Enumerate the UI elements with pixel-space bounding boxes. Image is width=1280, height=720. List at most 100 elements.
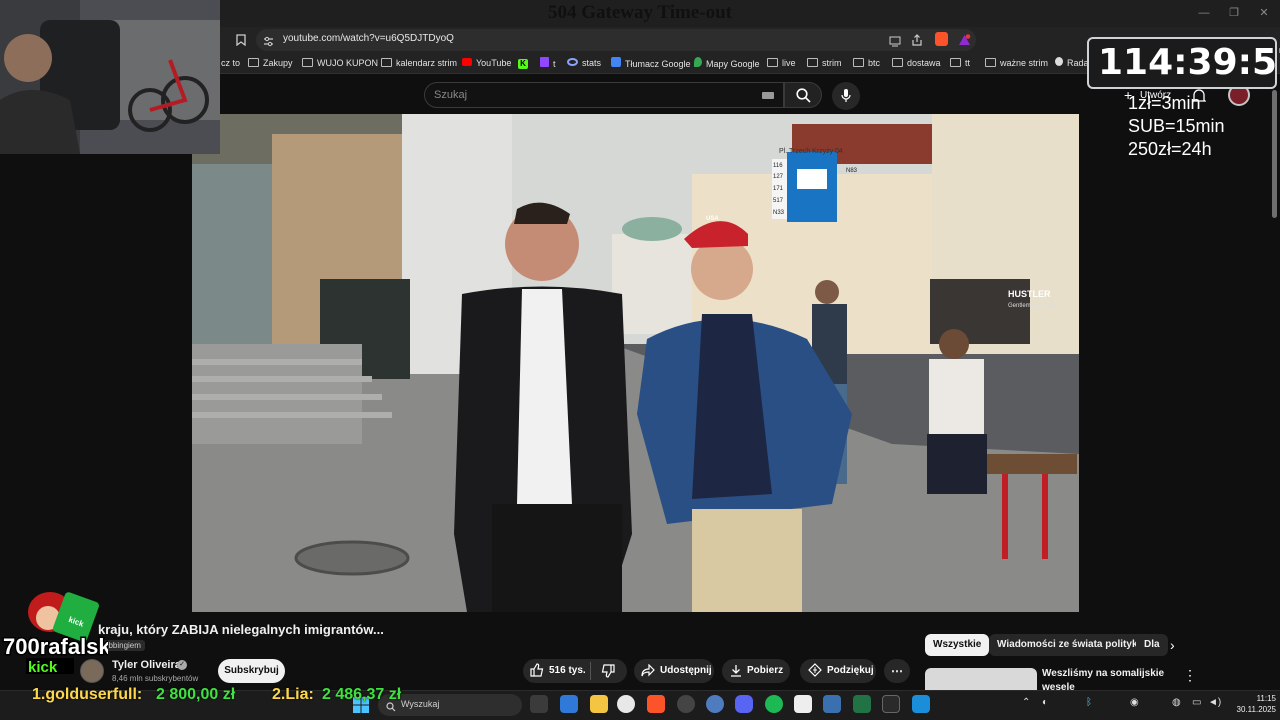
radar-icon bbox=[1055, 57, 1063, 66]
recommended-thumbnail[interactable] bbox=[925, 668, 1037, 690]
donation-amount: 2 800,00 zł bbox=[156, 686, 236, 703]
more-actions-button[interactable]: ⋯ bbox=[884, 659, 910, 683]
google-maps-icon bbox=[694, 57, 702, 67]
bookmark-item[interactable]: Mapy Google bbox=[694, 57, 760, 70]
app-icon[interactable] bbox=[560, 695, 578, 713]
bookmark-item[interactable]: t bbox=[540, 57, 556, 70]
kick-name: 700rafalski bbox=[3, 634, 108, 659]
tray-icon[interactable]: ◐ bbox=[1042, 697, 1048, 708]
bookmark-item[interactable]: tt bbox=[950, 57, 970, 69]
brave-icon[interactable] bbox=[647, 695, 665, 713]
bookmark-item[interactable]: WUJO KUPON bbox=[302, 57, 378, 69]
donation-label: 2.Lia: bbox=[272, 686, 314, 703]
bookmark-item[interactable]: strim bbox=[807, 57, 842, 69]
discord-icon[interactable] bbox=[735, 695, 753, 713]
app-icon[interactable] bbox=[677, 695, 695, 713]
bookmark-item[interactable]: ważne strim bbox=[985, 57, 1048, 69]
subscriber-count: 8,46 mln subskrybentów bbox=[112, 674, 199, 683]
subscribe-button[interactable]: Subskrybuj bbox=[218, 659, 285, 683]
keyboard-icon[interactable] bbox=[762, 92, 774, 99]
kick-wordmark: kick bbox=[28, 659, 58, 676]
clock-date: 30.11.2025 bbox=[1236, 705, 1276, 714]
voice-search-button[interactable] bbox=[832, 82, 860, 110]
app-icon[interactable] bbox=[706, 695, 724, 713]
download-label[interactable]: Pobierz bbox=[747, 665, 783, 676]
steam-icon[interactable]: ◉ bbox=[1130, 697, 1139, 708]
channel-name[interactable]: Tyler Oliveira bbox=[112, 659, 181, 671]
recommended-title[interactable]: Weszliśmy na somalijskie bbox=[1042, 668, 1164, 679]
chip-all[interactable]: Wszystkie bbox=[925, 634, 990, 656]
mic-icon bbox=[841, 89, 851, 102]
excel-icon[interactable] bbox=[853, 695, 871, 713]
bluetooth-icon[interactable]: ᛒ bbox=[1086, 697, 1092, 708]
bookmark-item[interactable]: cz to bbox=[221, 57, 240, 69]
search-button[interactable] bbox=[784, 82, 822, 108]
scrollbar[interactable] bbox=[1272, 90, 1277, 218]
bookmark-item[interactable]: dostawa bbox=[892, 57, 941, 69]
club-sign: HUSTLER bbox=[1008, 289, 1051, 299]
taskbar-clock[interactable]: 11:15 30.11.2025 bbox=[1236, 693, 1276, 715]
bookmark-item[interactable]: live bbox=[767, 57, 796, 69]
taskbar-search-placeholder: Wyszukaj bbox=[401, 699, 440, 709]
street-sign: Pl. Trzech Krzyży 04 bbox=[779, 148, 843, 155]
chip-politics[interactable]: Wiadomości ze świata polityki bbox=[989, 634, 1149, 656]
more-vert-icon[interactable]: ⋮ bbox=[1183, 667, 1197, 684]
file-explorer-icon[interactable] bbox=[590, 695, 608, 713]
url-text[interactable]: youtube.com/watch?v=u6Q5DJTDyoQ bbox=[283, 33, 454, 44]
site-settings-icon[interactable] bbox=[263, 34, 274, 52]
thanks-label[interactable]: Podziękuj bbox=[827, 665, 874, 676]
price-line: 1zł=3min bbox=[1128, 93, 1201, 113]
stats-icon bbox=[567, 58, 578, 66]
chevron-right-icon[interactable]: › bbox=[1170, 637, 1175, 653]
obs-icon[interactable] bbox=[794, 695, 812, 713]
volume-icon[interactable]: ◄) bbox=[1208, 697, 1221, 708]
like-count[interactable]: 516 tys. bbox=[549, 665, 586, 676]
dislike-icon[interactable] bbox=[601, 664, 615, 683]
bookmark-item[interactable]: Zakupy bbox=[248, 57, 293, 69]
webcam-overlay bbox=[0, 0, 220, 154]
divider bbox=[590, 662, 591, 680]
like-icon[interactable] bbox=[530, 663, 544, 682]
route-3: 171 bbox=[773, 186, 784, 192]
folder-icon bbox=[302, 58, 313, 67]
folder-icon bbox=[985, 58, 996, 67]
app-icon[interactable] bbox=[823, 695, 841, 713]
network-icon[interactable]: ▭ bbox=[1192, 697, 1201, 708]
app-icon[interactable] bbox=[882, 695, 900, 713]
page-error-title: 504 Gateway Time-out bbox=[547, 2, 732, 23]
twitch-icon bbox=[540, 57, 549, 67]
video-player[interactable]: Pl. Trzech Krzyży 04 HUSTLER Gentlemen's… bbox=[192, 114, 1079, 612]
bookmark-item[interactable]: kalendarz strim bbox=[381, 57, 457, 69]
mic-tray-icon[interactable]: ◍ bbox=[1172, 697, 1181, 708]
brave-shields-icon[interactable] bbox=[935, 32, 948, 46]
rewards-icon[interactable] bbox=[958, 33, 971, 51]
bookmark-item[interactable]: Tłumacz Google bbox=[611, 57, 691, 70]
close-icon[interactable]: ✕ bbox=[1257, 6, 1271, 20]
notepad-icon[interactable] bbox=[912, 695, 930, 713]
cap-logo: USA bbox=[706, 216, 719, 222]
kick-icon: K bbox=[518, 59, 528, 69]
bookmark-item[interactable]: stats bbox=[567, 57, 601, 69]
video-title: kraju, który ZABIJA nielegalnych imigran… bbox=[98, 622, 384, 637]
kick-channel-logo: kick 700rafalski kick bbox=[0, 588, 118, 684]
bookmark-icon[interactable] bbox=[236, 34, 246, 49]
bookmark-item[interactable]: btc bbox=[853, 57, 880, 69]
chrome-icon[interactable] bbox=[617, 695, 635, 713]
cast-icon[interactable] bbox=[889, 34, 901, 52]
bookmark-item[interactable]: YouTube bbox=[462, 57, 511, 69]
bookmark-item[interactable]: K bbox=[518, 57, 528, 69]
search-input[interactable] bbox=[424, 82, 784, 108]
chevron-up-icon[interactable]: ⌃ bbox=[1022, 697, 1030, 708]
share-icon[interactable] bbox=[911, 33, 923, 51]
youtube-icon bbox=[462, 58, 472, 66]
minimize-icon[interactable]: — bbox=[1197, 6, 1211, 20]
maximize-icon[interactable]: ❐ bbox=[1227, 6, 1241, 20]
video-frame: Pl. Trzech Krzyży 04 HUSTLER Gentlemen's… bbox=[192, 114, 1079, 612]
route-4: 517 bbox=[773, 198, 784, 204]
spotify-icon[interactable] bbox=[765, 695, 783, 713]
chip-for-you[interactable]: Dla bbox=[1136, 634, 1168, 656]
night-route: N83 bbox=[846, 168, 858, 174]
share-label[interactable]: Udostępnij bbox=[660, 665, 712, 676]
task-view-icon[interactable] bbox=[530, 695, 548, 713]
folder-icon bbox=[807, 58, 818, 67]
